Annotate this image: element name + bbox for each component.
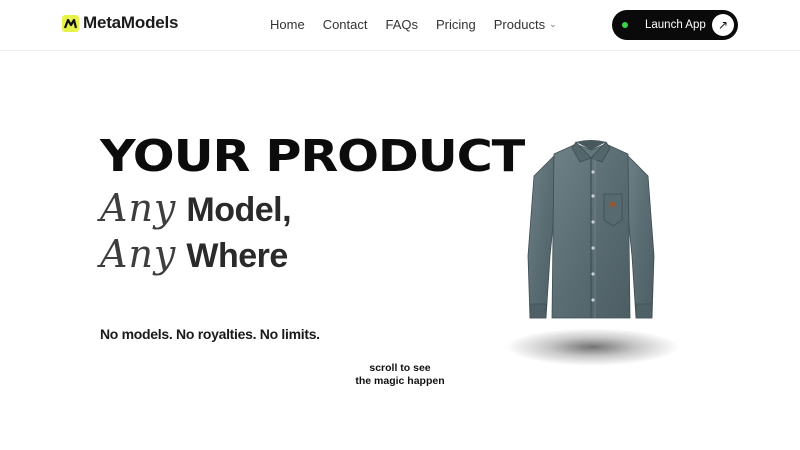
brand-logo[interactable]: MetaModels — [62, 13, 178, 33]
status-dot-icon — [622, 22, 628, 28]
nav-products-dropdown[interactable]: Products ⌄ — [494, 17, 557, 32]
hero-line-1: Any Model, — [100, 186, 292, 230]
scroll-hint-line-2: the magic happen — [355, 375, 445, 387]
brand-name: MetaModels — [83, 13, 179, 32]
product-shadow — [505, 328, 680, 366]
logo-mark-icon — [62, 14, 79, 32]
hero-line-1-script: Any — [100, 186, 177, 230]
hero-line-2: Any Where — [100, 232, 288, 276]
hero-headline: YOUR PRODUCT — [100, 131, 525, 182]
scroll-hint: scroll to see the magic happen — [340, 362, 460, 388]
hero-line-2-text: Where — [186, 237, 288, 275]
launch-app-button[interactable]: Launch App ↗ — [612, 10, 738, 40]
hero-line-1-text: Model, — [186, 191, 292, 229]
nav-pricing[interactable]: Pricing — [436, 17, 476, 32]
chevron-down-icon: ⌄ — [549, 19, 557, 29]
top-navbar: MetaModels Home Contact FAQs Pricing Pro… — [0, 0, 800, 51]
product-shirt-image — [527, 140, 655, 319]
nav-faqs[interactable]: FAQs — [386, 17, 419, 32]
nav-products-label: Products — [493, 17, 546, 32]
scroll-hint-line-1: scroll to see — [369, 362, 431, 374]
nav-home[interactable]: Home — [270, 17, 305, 32]
launch-app-label: Launch App — [645, 19, 706, 31]
arrow-up-right-icon: ↗ — [712, 14, 734, 36]
nav-contact[interactable]: Contact — [323, 17, 368, 32]
hero-line-2-script: Any — [100, 232, 177, 276]
hero-tagline: No models. No royalties. No limits. — [100, 326, 320, 342]
main-nav: Home Contact FAQs Pricing Products ⌄ — [270, 17, 557, 32]
